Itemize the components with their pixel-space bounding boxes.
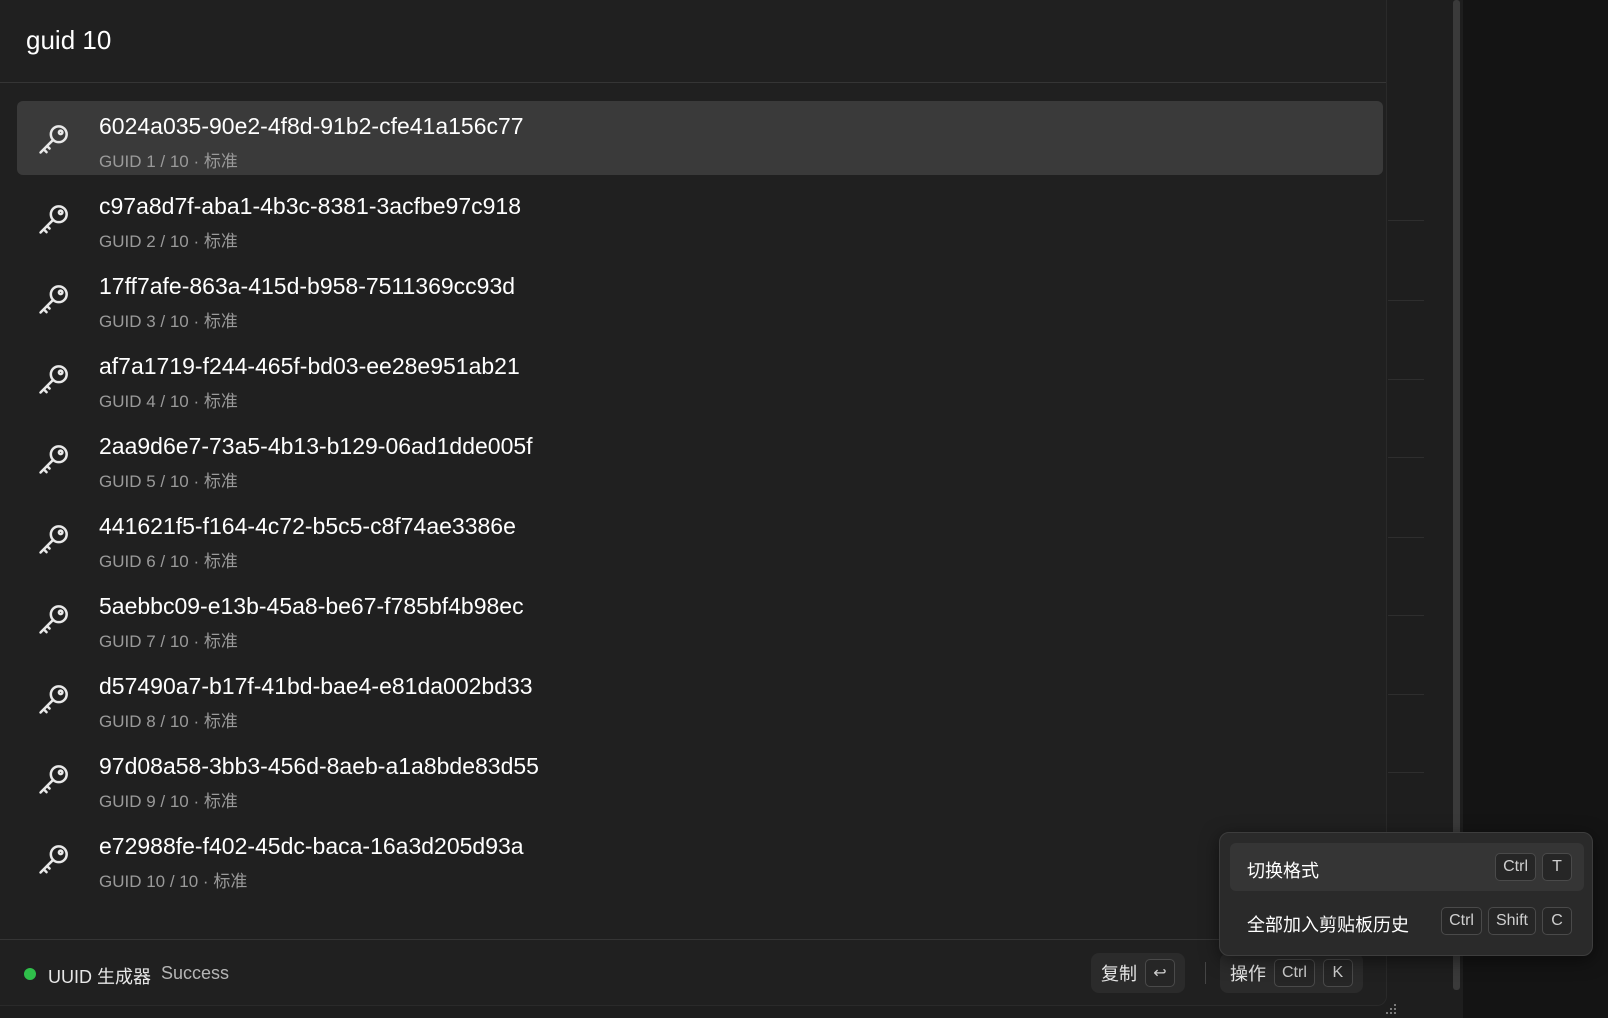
result-item-subtitle: GUID 10 / 10 · 标准 xyxy=(99,872,248,891)
background-divider xyxy=(1388,457,1424,458)
result-item[interactable]: 2aa9d6e7-73a5-4b13-b129-06ad1dde005f GUID… xyxy=(17,421,1383,495)
copy-action-button[interactable]: 复制 ↩ xyxy=(1091,953,1185,993)
result-item[interactable]: 97d08a58-3bb3-456d-8aeb-a1a8bde83d55 GUID… xyxy=(17,741,1383,815)
key-icon xyxy=(35,440,73,478)
result-item-subtitle: GUID 9 / 10 · 标准 xyxy=(99,792,238,811)
actions-menu-button[interactable]: 操作 Ctrl K xyxy=(1220,953,1363,993)
result-item[interactable]: 441621f5-f164-4c72-b5c5-c8f74ae3386e GUID… xyxy=(17,501,1383,575)
enter-key-icon: ↩ xyxy=(1145,959,1175,987)
background-divider xyxy=(1388,615,1424,616)
footer-divider xyxy=(1205,962,1206,984)
background-divider xyxy=(1388,300,1424,301)
background-divider xyxy=(1388,694,1424,695)
background-divider xyxy=(1388,537,1424,538)
result-item-title: 2aa9d6e7-73a5-4b13-b129-06ad1dde005f xyxy=(99,433,533,459)
result-item-title: 6024a035-90e2-4f8d-91b2-cfe41a156c77 xyxy=(99,113,524,139)
result-item-title: d57490a7-b17f-41bd-bae4-e81da002bd33 xyxy=(99,673,533,699)
shortcut-key: Ctrl xyxy=(1495,853,1536,881)
result-item-subtitle: GUID 8 / 10 · 标准 xyxy=(99,712,238,731)
result-item-subtitle: GUID 6 / 10 · 标准 xyxy=(99,552,238,571)
background-divider xyxy=(1388,379,1424,380)
results-list: 6024a035-90e2-4f8d-91b2-cfe41a156c77 GUID… xyxy=(17,101,1383,901)
menu-item-shortcut: Ctrl Shift C xyxy=(1441,907,1572,935)
status-indicator xyxy=(24,968,36,980)
result-item-title: af7a1719-f244-465f-bd03-ee28e951ab21 xyxy=(99,353,520,379)
menu-item-shortcut: Ctrl T xyxy=(1495,853,1572,881)
result-item-title: 17ff7afe-863a-415d-b958-7511369cc93d xyxy=(99,273,516,299)
background-divider xyxy=(1388,220,1424,221)
result-item[interactable]: 6024a035-90e2-4f8d-91b2-cfe41a156c77 GUID… xyxy=(17,101,1383,175)
key-icon xyxy=(35,840,73,878)
result-item-subtitle: GUID 3 / 10 · 标准 xyxy=(99,312,238,331)
key-icon xyxy=(35,360,73,398)
status-text: Success xyxy=(161,963,230,983)
result-item[interactable]: 5aebbc09-e13b-45a8-be67-f785bf4b98ec GUID… xyxy=(17,581,1383,655)
extension-title: UUID 生成器 xyxy=(48,967,151,987)
result-item[interactable]: c97a8d7f-aba1-4b3c-8381-3acfbe97c918 GUID… xyxy=(17,181,1383,255)
result-item-title: e72988fe-f402-45dc-baca-16a3d205d93a xyxy=(99,833,524,859)
result-item-subtitle: GUID 5 / 10 · 标准 xyxy=(99,472,238,491)
menu-item-toggle-format[interactable]: 切换格式 Ctrl T xyxy=(1230,843,1584,891)
key-icon xyxy=(35,520,73,558)
result-item-title: 97d08a58-3bb3-456d-8aeb-a1a8bde83d55 xyxy=(99,753,539,779)
key-icon xyxy=(35,680,73,718)
shortcut-key: T xyxy=(1542,853,1572,881)
key-icon xyxy=(35,760,73,798)
resize-grip-icon[interactable] xyxy=(1382,1002,1398,1018)
search-bar xyxy=(0,0,1386,83)
menu-item-copy-all-to-history[interactable]: 全部加入剪贴板历史 Ctrl Shift C xyxy=(1230,897,1584,945)
menu-item-label: 全部加入剪贴板历史 xyxy=(1247,915,1409,935)
result-item-subtitle: GUID 4 / 10 · 标准 xyxy=(99,392,238,411)
result-item[interactable]: d57490a7-b17f-41bd-bae4-e81da002bd33 GUID… xyxy=(17,661,1383,735)
result-item-subtitle: GUID 7 / 10 · 标准 xyxy=(99,632,238,651)
key-icon xyxy=(35,600,73,638)
result-item[interactable]: af7a1719-f244-465f-bd03-ee28e951ab21 GUID… xyxy=(17,341,1383,415)
copy-action-label: 复制 xyxy=(1101,964,1137,984)
search-input[interactable] xyxy=(26,20,1346,60)
key-icon xyxy=(35,200,73,238)
result-item[interactable]: e72988fe-f402-45dc-baca-16a3d205d93a GUID… xyxy=(17,821,1383,895)
result-item-subtitle: GUID 2 / 10 · 标准 xyxy=(99,232,238,251)
footer-bar: UUID 生成器 Success 复制 ↩ 操作 Ctrl K xyxy=(0,939,1386,1005)
actions-context-menu: 切换格式 Ctrl T 全部加入剪贴板历史 Ctrl Shift C xyxy=(1219,832,1593,956)
shortcut-key: K xyxy=(1322,959,1353,987)
result-item-subtitle: GUID 1 / 10 · 标准 xyxy=(99,152,238,171)
key-icon xyxy=(35,280,73,318)
result-item-title: c97a8d7f-aba1-4b3c-8381-3acfbe97c918 xyxy=(99,193,521,219)
shortcut-key: Ctrl xyxy=(1441,907,1482,935)
launcher-window: 6024a035-90e2-4f8d-91b2-cfe41a156c77 GUID… xyxy=(0,0,1387,1006)
shortcut-key: C xyxy=(1542,907,1572,935)
result-item-title: 5aebbc09-e13b-45a8-be67-f785bf4b98ec xyxy=(99,593,524,619)
result-item-title: 441621f5-f164-4c72-b5c5-c8f74ae3386e xyxy=(99,513,516,539)
shortcut-key: Shift xyxy=(1487,907,1536,935)
shortcut-key: Ctrl xyxy=(1274,959,1315,987)
actions-menu-label: 操作 xyxy=(1230,964,1266,984)
result-item[interactable]: 17ff7afe-863a-415d-b958-7511369cc93d GUID… xyxy=(17,261,1383,335)
menu-item-label: 切换格式 xyxy=(1247,861,1319,881)
key-icon xyxy=(35,120,73,158)
background-divider xyxy=(1388,772,1424,773)
